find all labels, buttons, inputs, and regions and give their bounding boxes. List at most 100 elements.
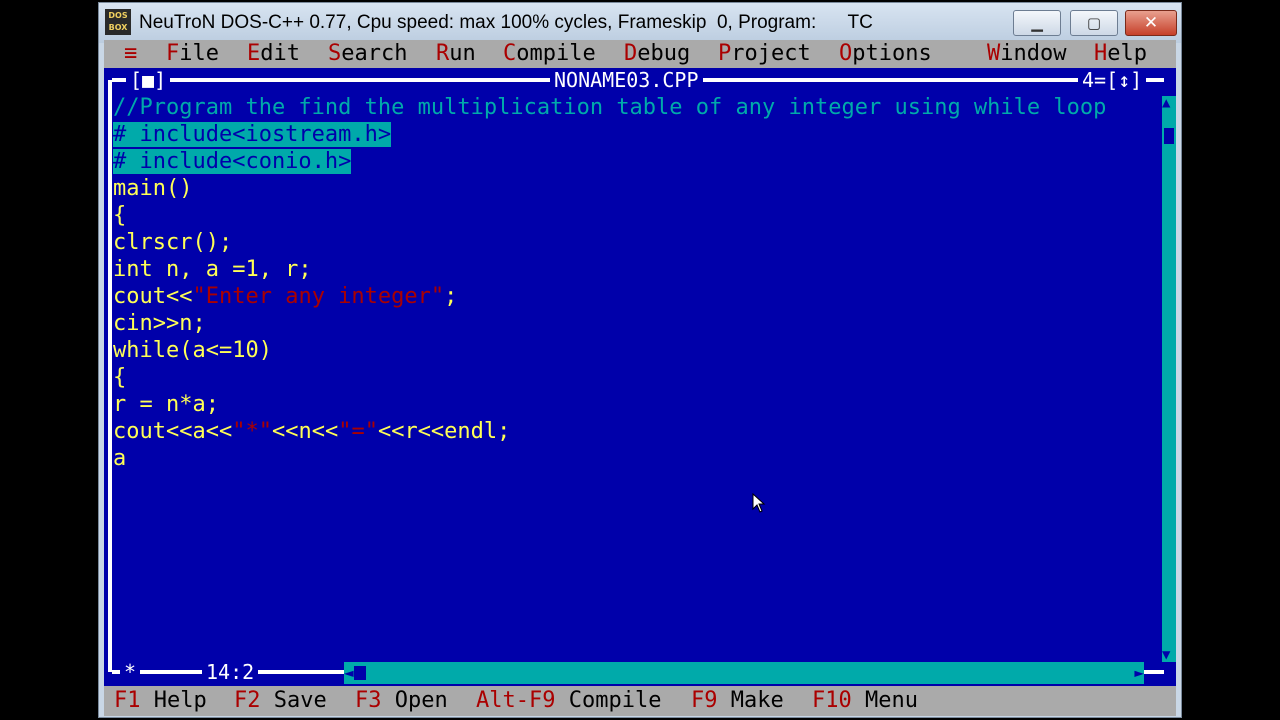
close-button[interactable]: ✕ <box>1125 10 1177 36</box>
code-token: <<r<<endl; <box>377 419 511 444</box>
icon-text-top: DOS <box>108 11 128 20</box>
menu-label: dit <box>260 41 300 66</box>
scroll-right-arrow-icon[interactable]: ► <box>1134 662 1144 684</box>
status-key-menu[interactable]: F10 Menu <box>812 686 918 716</box>
code-line: a <box>113 446 127 471</box>
menu-hotkey: C <box>503 41 517 66</box>
editor-filename: NONAME03.CPP <box>550 69 703 91</box>
menu-file[interactable]: File <box>166 40 219 68</box>
menu-hotkey: D <box>624 41 638 66</box>
code-line: clrscr(); <box>113 230 233 255</box>
menu-hotkey: O <box>839 41 853 66</box>
status-key-help[interactable]: F1 Help <box>114 686 207 716</box>
code-line: # include<conio.h> <box>113 148 1159 175</box>
turbo-cpp-screen: ≡ File Edit Search Run Compile Debug Pro… <box>104 40 1176 716</box>
code-line: int n, a =1, r; <box>113 257 312 282</box>
menu-search[interactable]: Search <box>328 40 407 68</box>
selected-code: # include<iostream.h> <box>113 122 392 147</box>
horizontal-scroll-thumb[interactable] <box>354 666 366 680</box>
code-line: r = n*a; <box>113 392 219 417</box>
code-line: //Program the find the multiplication ta… <box>113 95 1107 120</box>
status-label: Open <box>394 688 448 713</box>
menu-help[interactable]: Help <box>1094 40 1147 68</box>
maximize-icon: ▢ <box>1086 14 1102 32</box>
status-key-open[interactable]: F3 Open <box>355 686 448 716</box>
status-label: Save <box>273 688 327 713</box>
string-literal: "*" <box>232 419 272 444</box>
menu-hotkey: E <box>247 41 261 66</box>
editor-window-number[interactable]: 4=[↕] <box>1078 68 1147 92</box>
menu-label: elp <box>1107 41 1147 66</box>
status-label: Help <box>153 688 207 713</box>
menu-hotkey: R <box>436 41 450 66</box>
menu-label: indow <box>1000 41 1067 66</box>
status-key-compile[interactable]: Alt-F9 Compile <box>476 686 661 716</box>
menu-hotkey: F <box>166 41 180 66</box>
menu-edit[interactable]: Edit <box>247 40 300 68</box>
close-icon: ✕ <box>1143 13 1159 33</box>
code-line: cin>>n; <box>113 311 206 336</box>
string-literal: "=" <box>338 419 378 444</box>
scroll-up-arrow-icon[interactable]: ▲ <box>1162 96 1170 110</box>
vertical-scrollbar[interactable]: ▲ ▼ <box>1162 96 1176 662</box>
menu-project[interactable]: Project <box>718 40 811 68</box>
code-line: # include<iostream.h> <box>113 121 1159 148</box>
menu-label: earch <box>341 41 408 66</box>
code-token: <<n<< <box>271 419 339 444</box>
editor-close-box[interactable]: [■] <box>126 68 171 92</box>
menu-label: ebug <box>637 41 691 66</box>
status-label: Compile <box>568 688 662 713</box>
title-bar[interactable]: DOS BOX NeuTroN DOS-C++ 0.77, Cpu speed:… <box>99 3 1181 43</box>
code-line: cout<<"Enter any integer"; <box>113 283 1159 310</box>
menu-label: un <box>449 41 476 66</box>
menu-label: ile <box>179 41 219 66</box>
string-literal: "Enter any integer" <box>192 284 445 309</box>
menu-hotkey: W <box>987 41 1001 66</box>
status-key-make[interactable]: F9 Make <box>691 686 784 716</box>
menu-compile[interactable]: Compile <box>503 40 596 68</box>
status-key: Alt-F9 <box>476 688 556 713</box>
scroll-left-arrow-icon[interactable]: ◄ <box>344 662 354 684</box>
status-key-save[interactable]: F2 Save <box>234 686 327 716</box>
cursor-position: 14:2 <box>202 661 259 683</box>
menu-options[interactable]: Options <box>839 40 932 68</box>
status-key: F1 <box>114 688 141 713</box>
horizontal-scrollbar[interactable]: ◄ ► <box>344 662 1144 684</box>
menu-label: ompile <box>516 41 596 66</box>
close-box-label: [■] <box>130 68 167 92</box>
mouse-pointer-icon <box>752 493 766 513</box>
menu-window[interactable]: Window <box>987 40 1066 68</box>
menu-label: ptions <box>852 41 932 66</box>
window-number-label: 4=[↕] <box>1082 68 1143 92</box>
status-label: Make <box>730 688 784 713</box>
code-editor[interactable]: //Program the find the multiplication ta… <box>113 94 1159 662</box>
vertical-scroll-thumb[interactable] <box>1164 128 1174 144</box>
dosbox-app-icon[interactable]: DOS BOX <box>105 9 131 35</box>
menu-label: roject <box>731 41 811 66</box>
status-key: F9 <box>691 688 718 713</box>
code-line: { <box>113 365 127 390</box>
minimize-button[interactable]: ▁ <box>1013 10 1061 36</box>
status-label: Menu <box>865 688 918 713</box>
menu-debug[interactable]: Debug <box>624 40 690 68</box>
code-token: cout<< <box>113 284 193 309</box>
menu-bar: ≡ File Edit Search Run Compile Debug Pro… <box>104 40 1176 68</box>
code-token: cout<<a<< <box>113 419 233 444</box>
code-line: cout<<a<<"*"<<n<<"="<<r<<endl; <box>113 418 1159 445</box>
menu-run[interactable]: Run <box>436 40 476 68</box>
minimize-icon: ▁ <box>1031 14 1043 32</box>
status-bar: F1 Help F2 Save F3 Open Alt-F9 Compile F… <box>104 686 1176 716</box>
maximize-button[interactable]: ▢ <box>1070 10 1118 36</box>
system-menu-icon[interactable]: ≡ <box>124 40 137 68</box>
resize-corner-icon[interactable]: * <box>120 661 141 683</box>
scroll-down-arrow-icon[interactable]: ▼ <box>1162 648 1170 662</box>
menu-hotkey: S <box>328 41 342 66</box>
selected-code: # include<conio.h> <box>113 149 352 174</box>
status-key: F2 <box>234 688 261 713</box>
editor-frame-left <box>108 80 112 672</box>
code-line: main() <box>113 176 193 201</box>
menu-hotkey: H <box>1094 41 1108 66</box>
status-key: F10 <box>812 688 852 713</box>
code-token: ; <box>444 284 458 309</box>
window-title: NeuTroN DOS-C++ 0.77, Cpu speed: max 100… <box>139 12 873 33</box>
